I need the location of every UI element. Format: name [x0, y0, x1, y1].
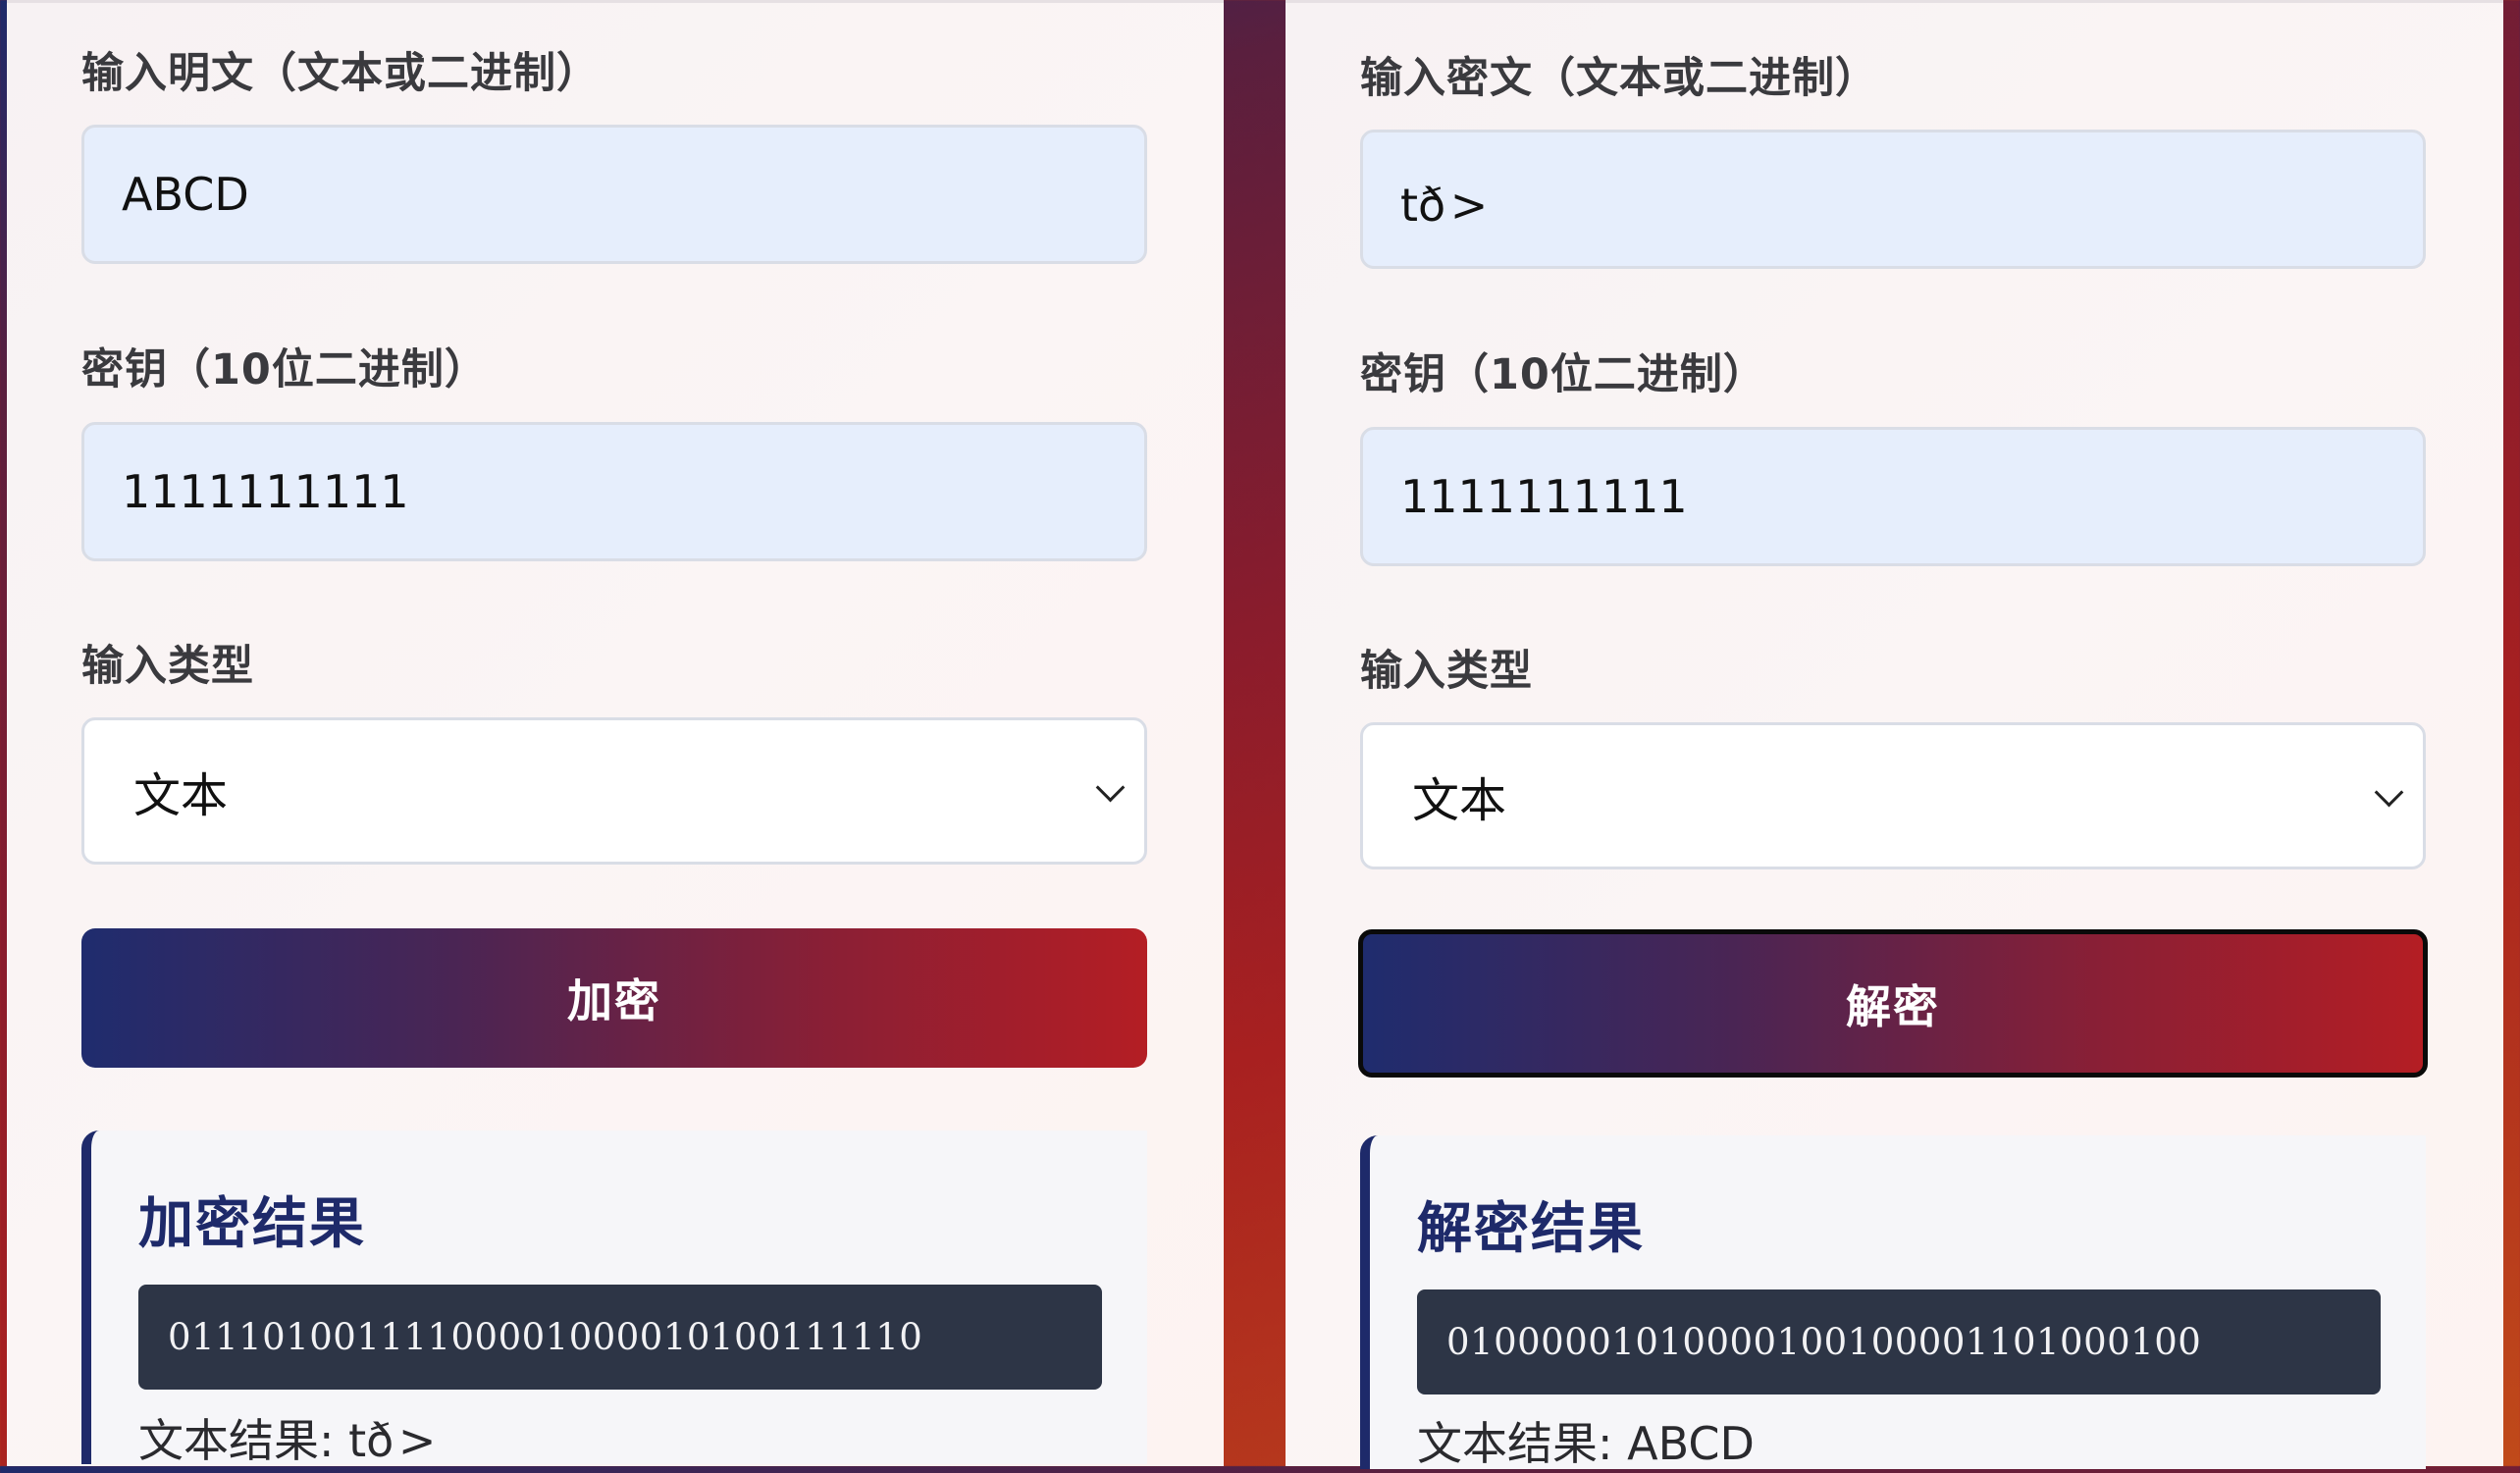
decrypt-result-card: 解密结果 01000001010000100100001101000100 文本… — [1360, 1135, 2426, 1469]
plaintext-input[interactable]: ABCD — [81, 125, 1147, 264]
decrypt-type-value: 文本 — [1412, 762, 1506, 830]
encrypt-result-binary: 01110100111100001000010100111110 — [138, 1285, 1102, 1390]
ciphertext-label: 输入密文（文本或二进制） — [1360, 44, 1878, 105]
encrypt-result-text: 文本结果: tð > — [138, 1403, 436, 1470]
encrypt-button[interactable]: 加密 — [81, 928, 1147, 1068]
decrypt-button[interactable]: 解密 — [1358, 929, 2428, 1078]
ciphertext-input[interactable]: tð > — [1360, 130, 2426, 269]
encrypt-result-card: 加密结果 01110100111100001000010100111110 文本… — [81, 1131, 1147, 1464]
encrypt-key-input[interactable]: 1111111111 — [81, 422, 1147, 561]
decrypt-result-text: 文本结果: ABCD — [1417, 1408, 1755, 1473]
encrypt-result-title: 加密结果 — [138, 1180, 366, 1259]
encrypt-key-label: 密钥（10位二进制） — [81, 336, 488, 396]
encrypt-panel: 输入明文（文本或二进制） ABCD 密钥（10位二进制） 1111111111 … — [7, 0, 1224, 1466]
decrypt-type-label: 输入类型 — [1360, 637, 1533, 698]
encrypt-type-select[interactable]: 文本 — [81, 717, 1147, 865]
encrypt-type-label: 输入类型 — [81, 632, 254, 693]
decrypt-type-select[interactable]: 文本 — [1360, 722, 2426, 869]
decrypt-key-label: 密钥（10位二进制） — [1360, 341, 1766, 401]
decrypt-result-binary: 01000001010000100100001101000100 — [1417, 1289, 2381, 1394]
chevron-down-icon — [2375, 778, 2404, 808]
decrypt-panel: 输入密文（文本或二进制） tð > 密钥（10位二进制） 1111111111 … — [1286, 0, 2503, 1466]
decrypt-key-input[interactable]: 1111111111 — [1360, 427, 2426, 566]
encrypt-type-value: 文本 — [133, 757, 228, 825]
plaintext-label: 输入明文（文本或二进制） — [81, 39, 600, 100]
chevron-down-icon — [1096, 773, 1126, 803]
decrypt-result-title: 解密结果 — [1417, 1184, 1645, 1264]
